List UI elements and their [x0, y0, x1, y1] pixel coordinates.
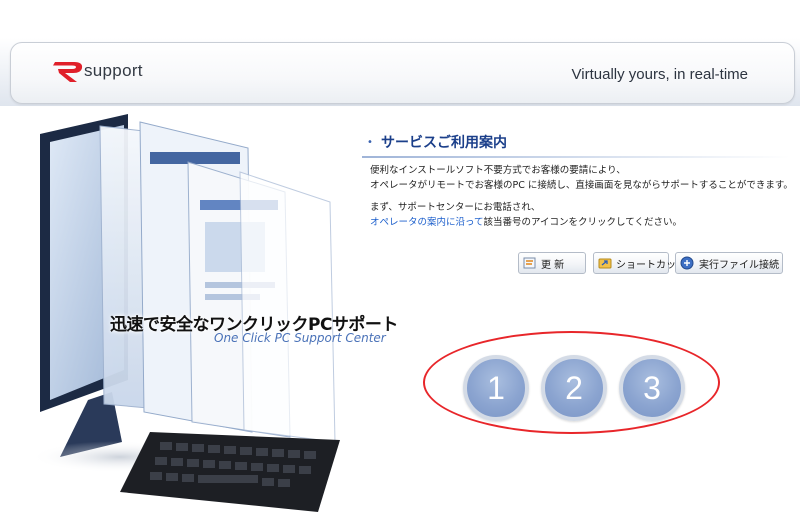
instruction-paragraph: まず、サポートセンターにお電話され、 オペレータの案内に沿って該当番号のアイコン… [370, 200, 682, 230]
operator-guide-link[interactable]: オペレータの案内に沿って [370, 217, 484, 228]
number-2-button[interactable]: 2 [541, 355, 607, 421]
intro-paragraph: 便利なインストールソフト不要方式でお客様の要請により、 オペレータがリモートでお… [370, 163, 793, 193]
title-divider [362, 156, 790, 158]
exec-file-label: 実行ファイル接続 [699, 259, 779, 271]
section-title-text: サービスご利用案内 [381, 135, 507, 151]
hero-subtitle: One Click PC Support Center [214, 331, 386, 345]
instruction-line-1: まず、サポートセンターにお電話され、 [370, 202, 541, 213]
r-logo-icon [53, 62, 83, 82]
rsupport-logo: support [52, 56, 143, 86]
section-title: • サービスご利用案内 [361, 127, 791, 157]
shortcut-icon [598, 258, 612, 269]
logo-text: support [84, 61, 143, 80]
number-3-button[interactable]: 3 [619, 355, 685, 421]
refresh-icon [523, 257, 536, 269]
bullet-icon: • [367, 136, 373, 148]
exec-file-icon [680, 256, 694, 270]
refresh-label: 更 新 [541, 259, 565, 271]
shortcut-button[interactable]: ショートカット [593, 252, 686, 274]
number-1-button[interactable]: 1 [463, 355, 529, 421]
intro-line-1: 便利なインストールソフト不要方式でお客様の要請により、 [370, 165, 626, 176]
refresh-button[interactable]: 更 新 [518, 252, 586, 274]
exec-file-connect-button[interactable]: 実行ファイル接続 [675, 252, 783, 274]
instruction-line-2: オペレータの案内に沿って該当番号のアイコンをクリックしてください。 [370, 215, 682, 230]
instruction-rest: 該当番号のアイコンをクリックしてください。 [483, 217, 682, 228]
tagline: Virtually yours, in real-time [571, 66, 748, 83]
intro-line-2: オペレータがリモートでお客様のPC に接続し、直接画面を見ながらサポートすること… [370, 180, 793, 191]
